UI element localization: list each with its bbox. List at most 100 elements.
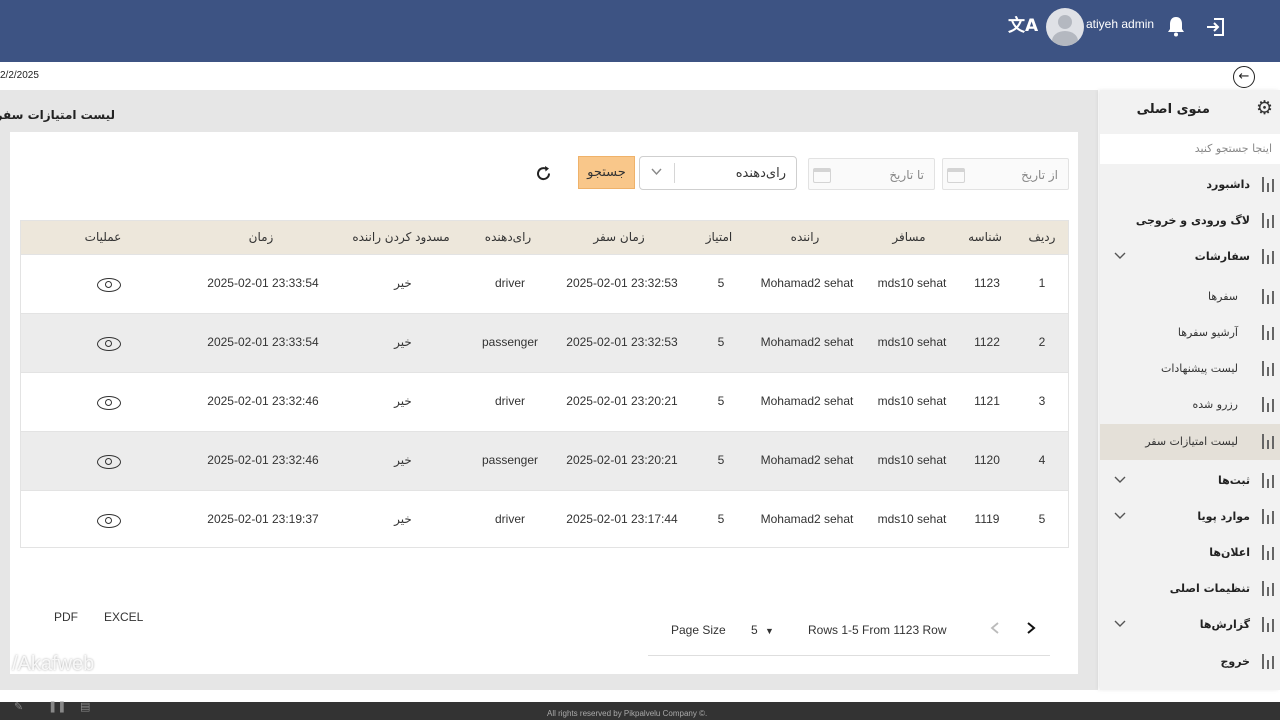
pause-icon[interactable]: ❚❚ xyxy=(48,700,66,713)
sidebar-item-reports[interactable]: گزارش‌ها xyxy=(1100,608,1280,642)
edit-icon[interactable]: ✎ xyxy=(14,700,23,713)
header-passenger[interactable]: مسافر xyxy=(892,230,925,244)
watermark-text: /Akafweb xyxy=(12,653,95,675)
sidebar-search-input[interactable]: اینجا جستجو کنید xyxy=(1100,134,1280,164)
page-size-value: 5 xyxy=(751,623,758,637)
sidebar-item-registrations[interactable]: ثبت‌ها xyxy=(1100,464,1280,498)
export-excel-button[interactable]: EXCEL xyxy=(104,610,143,624)
chevron-down-icon[interactable] xyxy=(651,166,662,176)
header-block-driver[interactable]: مسدود کردن راننده xyxy=(352,230,449,244)
sidebar-item-label: اعلان‌ها xyxy=(1209,546,1250,559)
from-date-input[interactable]: از تاریخ xyxy=(942,158,1069,190)
cell-passenger: mds10 sehat xyxy=(877,335,947,349)
sidebar-item-login-log[interactable]: لاگ ورودی و خروجی xyxy=(1100,204,1280,238)
user-name[interactable]: atiyeh admin xyxy=(1086,17,1154,31)
cell-driver: Mohamad2 sehat xyxy=(760,453,854,467)
cell-driver: Mohamad2 sehat xyxy=(760,512,854,526)
date-strip xyxy=(0,64,1100,90)
cell-row-number: 5 xyxy=(1038,512,1046,526)
trash-icon[interactable]: ▤ xyxy=(80,700,90,713)
view-eye-icon[interactable] xyxy=(97,455,121,469)
cell-trip-time: 2025-02-01 23:32:53 xyxy=(566,276,678,290)
sidebar-item-label: سفرها xyxy=(1207,290,1238,303)
cell-rater: passenger xyxy=(481,453,539,467)
chevron-down-icon[interactable] xyxy=(1114,473,1126,488)
bar-chart-icon xyxy=(1260,581,1274,596)
header-trip-time[interactable]: زمان سفر xyxy=(593,230,644,244)
current-date: 2/2/2025 xyxy=(0,70,39,81)
sidebar-item-main-settings[interactable]: تنظیمات اصلی xyxy=(1100,572,1280,606)
export-pdf-button[interactable]: PDF xyxy=(54,610,78,624)
table-row: 5 1119 mds10 sehat Mohamad2 sehat 5 2025… xyxy=(21,490,1068,549)
bar-chart-icon xyxy=(1260,473,1274,488)
to-date-placeholder: تا تاریخ xyxy=(889,168,924,182)
sidebar-item-offers[interactable]: لیست پیشنهادات xyxy=(1100,352,1280,386)
sidebar-item-notifications[interactable]: اعلان‌ها xyxy=(1100,536,1280,570)
chevron-right-icon[interactable] xyxy=(1024,618,1038,641)
sidebar-item-label: رزرو شده xyxy=(1192,398,1239,411)
sidebar-item-exit[interactable]: خروج xyxy=(1100,645,1280,679)
select-separator xyxy=(674,163,675,183)
header-id[interactable]: شناسه xyxy=(968,230,1002,244)
header-score[interactable]: امتیاز xyxy=(706,230,732,244)
sidebar-item-dynamic-items[interactable]: موارد پویا xyxy=(1100,500,1280,534)
cell-block-driver: خیر xyxy=(394,276,412,290)
copyright-text: All rights reserved by Pikpalvelu Compan… xyxy=(547,709,708,718)
ratings-table: ردیف شناسه مسافر راننده امتیاز زمان سفر … xyxy=(20,220,1069,548)
chevron-down-icon[interactable] xyxy=(1114,509,1126,524)
bell-icon[interactable] xyxy=(1166,15,1186,37)
table-row: 1 1123 mds10 sehat Mohamad2 sehat 5 2025… xyxy=(21,254,1068,313)
sidebar-item-label: آرشیو سفرها xyxy=(1177,326,1238,339)
header-row-number[interactable]: ردیف xyxy=(1029,230,1056,244)
sidebar-item-trip-ratings[interactable]: لیست امتیازات سفر xyxy=(1100,424,1280,460)
cell-driver: Mohamad2 sehat xyxy=(760,394,854,408)
refresh-icon[interactable] xyxy=(534,164,553,187)
translate-icon[interactable]: 文A xyxy=(1008,16,1038,36)
cell-time: 2025-02-01 23:33:54 xyxy=(207,335,319,349)
view-eye-icon[interactable] xyxy=(97,396,121,410)
sidebar-item-dashboard[interactable]: داشبورد xyxy=(1100,168,1280,202)
header-time[interactable]: زمان xyxy=(249,230,274,244)
to-date-input[interactable]: تا تاریخ xyxy=(808,158,935,190)
cell-trip-time: 2025-02-01 23:32:53 xyxy=(566,335,678,349)
sidebar-item-label: خروج xyxy=(1220,655,1250,668)
cell-driver: Mohamad2 sehat xyxy=(760,276,854,290)
calendar-icon[interactable] xyxy=(813,168,831,183)
sidebar-item-orders[interactable]: سفارشات xyxy=(1100,240,1280,274)
header-actions: عملیات xyxy=(84,230,122,244)
chevron-left-icon[interactable] xyxy=(988,618,1002,641)
sidebar-item-trips-archive[interactable]: آرشیو سفرها xyxy=(1100,316,1280,350)
search-button[interactable]: جستجو xyxy=(578,156,635,189)
table-row: 4 1120 mds10 sehat Mohamad2 sehat 5 2025… xyxy=(21,431,1068,490)
calendar-icon[interactable] xyxy=(947,168,965,183)
sidebar-item-trips[interactable]: سفرها xyxy=(1100,280,1280,314)
view-eye-icon[interactable] xyxy=(97,278,121,292)
pager-divider xyxy=(648,655,1050,656)
view-eye-icon[interactable] xyxy=(97,514,121,528)
bar-chart-icon xyxy=(1260,289,1274,304)
page-size-select[interactable]: 5 ▼ xyxy=(751,623,774,637)
header-driver[interactable]: راننده xyxy=(791,230,820,244)
cell-id: 1122 xyxy=(974,335,1000,349)
cell-score: 5 xyxy=(717,276,725,290)
logout-icon[interactable] xyxy=(1205,16,1227,38)
cell-block-driver: خیر xyxy=(394,453,412,467)
user-avatar[interactable] xyxy=(1046,8,1084,46)
cell-trip-time: 2025-02-01 23:20:21 xyxy=(566,394,678,408)
cell-id: 1119 xyxy=(974,512,1000,526)
chevron-down-icon[interactable] xyxy=(1114,617,1126,632)
header-rater[interactable]: رای‌دهنده xyxy=(485,230,531,244)
chevron-down-icon[interactable] xyxy=(1114,249,1126,264)
sidebar-item-label: داشبورد xyxy=(1206,178,1250,191)
view-eye-icon[interactable] xyxy=(97,337,121,351)
sidebar-item-label: گزارش‌ها xyxy=(1199,618,1250,631)
gear-icon[interactable]: ⚙ xyxy=(1256,99,1273,118)
sidebar-item-reserved[interactable]: رزرو شده xyxy=(1100,388,1280,422)
cell-id: 1123 xyxy=(974,276,1000,290)
bar-chart-icon xyxy=(1260,177,1274,192)
cell-block-driver: خیر xyxy=(394,512,412,526)
cell-time: 2025-02-01 23:19:37 xyxy=(207,512,319,526)
rater-select[interactable]: رای‌دهنده xyxy=(639,156,797,190)
caret-down-icon: ▼ xyxy=(765,626,774,636)
arrow-left-icon[interactable]: ← xyxy=(1233,66,1255,88)
